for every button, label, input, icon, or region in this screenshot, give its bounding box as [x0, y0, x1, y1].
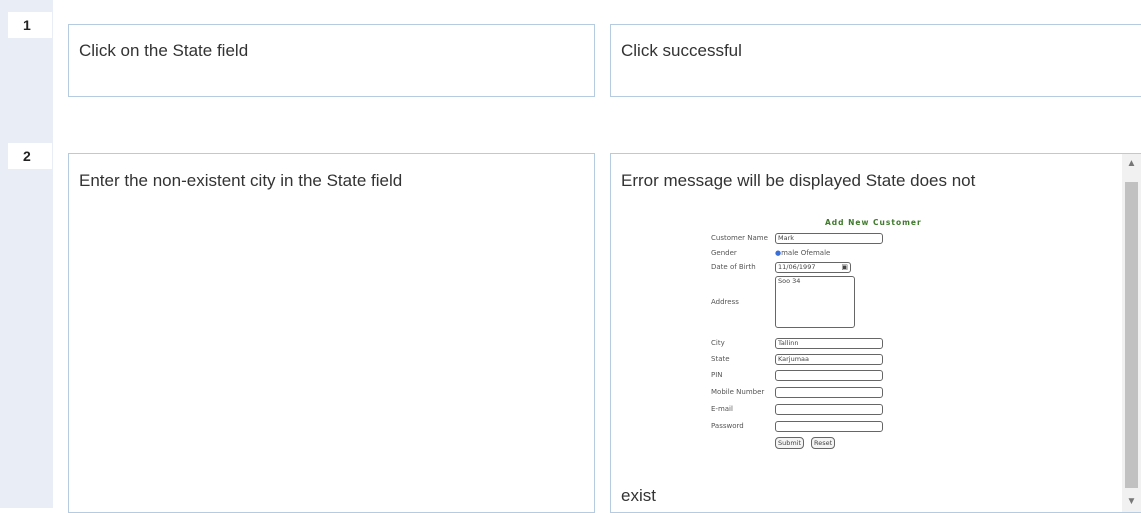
city-input: Tallinn: [775, 338, 883, 349]
expected-result-cell[interactable]: Click successful: [610, 24, 1141, 97]
label-pin: PIN: [711, 371, 723, 379]
mobile-input: [775, 387, 883, 398]
dob-value: 11/06/1997: [778, 263, 816, 271]
email-input: [775, 404, 883, 415]
row-number: 2: [8, 143, 52, 169]
gender-options: male Ofemale: [781, 249, 831, 257]
gender-radio-group: ●male Ofemale: [775, 249, 830, 257]
reset-button: Reset: [811, 437, 836, 449]
pin-input: [775, 370, 883, 381]
address-textarea: Soo 34: [775, 276, 855, 328]
submit-button: Submit: [775, 437, 805, 449]
label-dob: Date of Birth: [711, 263, 756, 271]
label-gender: Gender: [711, 249, 737, 257]
label-customer-name: Customer Name: [711, 234, 768, 242]
expected-result-text-continued: exist: [621, 486, 656, 505]
customer-name-input: Mark: [775, 233, 883, 244]
scroll-up-arrow-icon[interactable]: ▲: [1122, 154, 1141, 174]
step-cell[interactable]: Enter the non-existent city in the State…: [68, 153, 595, 513]
label-password: Password: [711, 422, 744, 430]
cell-scrollbar[interactable]: ▲ ▼: [1122, 154, 1141, 512]
state-input: Karjumaa: [775, 354, 883, 365]
step-cell[interactable]: Click on the State field: [68, 24, 595, 97]
step-text: Enter the non-existent city in the State…: [79, 171, 403, 190]
form-title: Add New Customer: [825, 218, 922, 227]
add-customer-form-screenshot: Add New Customer Customer Name Mark Gend…: [711, 218, 931, 466]
label-state: State: [711, 355, 730, 363]
scroll-down-arrow-icon[interactable]: ▼: [1122, 492, 1141, 512]
label-address: Address: [711, 298, 739, 306]
step-text: Click on the State field: [79, 41, 249, 60]
expected-result-text: Click successful: [621, 41, 742, 60]
label-mobile: Mobile Number: [711, 388, 765, 396]
expected-result-text: Error message will be displayed State do…: [621, 171, 976, 190]
row-number: 1: [8, 12, 52, 38]
row-number-gutter: [0, 0, 53, 508]
calendar-icon: ▣: [841, 263, 848, 271]
label-city: City: [711, 339, 725, 347]
scroll-thumb[interactable]: [1125, 182, 1138, 488]
expected-result-cell[interactable]: Error message will be displayed State do…: [610, 153, 1141, 513]
password-input: [775, 421, 883, 432]
dob-input: 11/06/1997 ▣: [775, 262, 851, 273]
label-email: E-mail: [711, 405, 733, 413]
